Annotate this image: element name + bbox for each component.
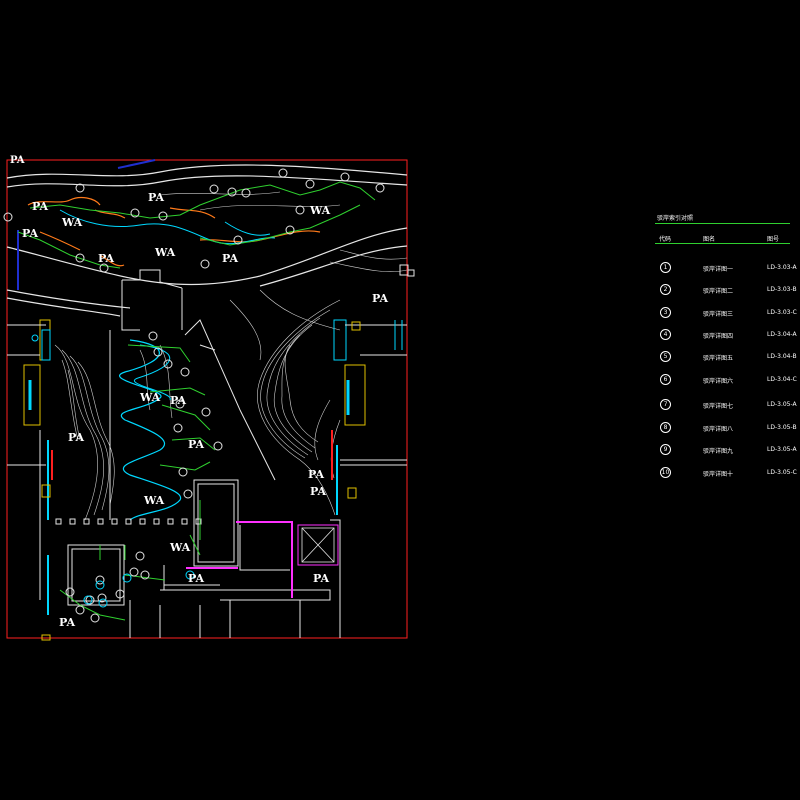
area-label-wa: WA xyxy=(309,204,331,217)
area-label-pa: PA xyxy=(170,394,186,407)
area-label-pa: PA xyxy=(10,155,25,166)
area-label-wa: WA xyxy=(61,216,83,229)
legend-row-code: LD-3.03-A xyxy=(767,264,797,271)
legend-row-number: 2 xyxy=(660,284,671,295)
legend-row: 1 驳岸详图一 LD-3.03-A xyxy=(655,262,797,274)
paving-squares xyxy=(55,518,202,525)
area-label-wa: WA xyxy=(169,541,191,554)
left-building-edge xyxy=(7,319,53,641)
hatched-box xyxy=(301,527,335,563)
area-label-wa: WA xyxy=(154,246,176,259)
legend-row-name: 驳岸详图四 xyxy=(703,333,734,340)
area-label-pa: PA xyxy=(68,431,84,444)
legend-row-name: 驳岸详图八 xyxy=(703,426,734,433)
area-label-wa: WA xyxy=(139,391,161,404)
central-channel xyxy=(109,269,276,520)
legend-row-number: 7 xyxy=(660,399,671,410)
legend-row-code: LD-3.03-B xyxy=(767,286,797,293)
legend-row-name: 驳岸详图五 xyxy=(703,355,734,362)
area-label-pa: PA xyxy=(22,227,38,240)
legend-row-number: 5 xyxy=(660,351,671,362)
area-label-pa: PA xyxy=(98,252,114,265)
area-label-pa: PA xyxy=(222,252,238,265)
legend-row-code: LD-3.04-B xyxy=(767,353,797,360)
legend-header-rule xyxy=(655,243,790,244)
legend-row-number: 3 xyxy=(660,307,671,318)
legend-row-name: 驳岸详图二 xyxy=(703,288,734,295)
area-label-pa: PA xyxy=(313,572,329,585)
zigzag-water xyxy=(119,339,182,521)
area-label-pa: PA xyxy=(148,191,164,204)
legend-row-code: LD-3.04-C xyxy=(767,376,797,383)
legend-row-code: LD-3.04-A xyxy=(767,331,797,338)
legend-row: 2 驳岸详图二 LD-3.03-B xyxy=(655,284,797,296)
legend-row-code: LD-3.05-A xyxy=(767,446,797,453)
legend-row-code: LD-3.05-C xyxy=(767,469,797,476)
cyan-markers xyxy=(31,334,195,608)
legend-header-code: 代码 xyxy=(659,236,672,243)
legend-row-number: 1 xyxy=(660,262,671,273)
area-label-wa: WA xyxy=(143,494,165,507)
legend-title-rule xyxy=(655,223,790,224)
legend-row-name: 驳岸详图六 xyxy=(703,378,734,385)
legend-row: 10 驳岸详图十 LD-3.05-C xyxy=(655,467,797,479)
area-label-pa: PA xyxy=(32,200,48,213)
legend-row-code: LD-3.05-B xyxy=(767,424,797,431)
legend-row-number: 4 xyxy=(660,329,671,340)
water-edge-top xyxy=(59,209,276,245)
area-label-pa: PA xyxy=(188,438,204,451)
legend-row-name: 驳岸详图九 xyxy=(703,448,734,455)
legend-row-number: 8 xyxy=(660,422,671,433)
magenta-walls xyxy=(186,521,339,598)
building-outlines xyxy=(67,479,341,638)
legend-row-code: LD-3.05-A xyxy=(767,401,797,408)
area-label-pa: PA xyxy=(372,292,388,305)
legend-row: 9 驳岸详图九 LD-3.05-A xyxy=(655,444,797,456)
legend-row-number: 6 xyxy=(660,374,671,385)
road-curves xyxy=(6,164,408,317)
legend-header-name: 图名 xyxy=(703,236,716,243)
legend-row-name: 驳岸详图十 xyxy=(703,471,734,478)
legend-header-sheet: 图号 xyxy=(767,236,780,243)
area-label-pa: PA xyxy=(188,572,204,585)
legend-row-name: 驳岸详图三 xyxy=(703,311,734,318)
legend-row: 7 驳岸详图七 LD-3.05-A xyxy=(655,399,797,411)
area-label-pa: PA xyxy=(59,616,75,629)
legend-row-number: 9 xyxy=(660,444,671,455)
area-label-pa: PA xyxy=(308,468,324,481)
legend-title: 驳岸索引对照 xyxy=(657,215,694,222)
blue-boundary xyxy=(17,159,156,290)
legend-row: 6 驳岸详图六 LD-3.04-C xyxy=(655,374,797,386)
legend-row: 5 驳岸详图五 LD-3.04-B xyxy=(655,351,797,363)
legend-row: 8 驳岸详图八 LD-3.05-B xyxy=(655,422,797,434)
legend-row: 4 驳岸详图四 LD-3.04-A xyxy=(655,329,797,341)
legend-row-name: 驳岸详图七 xyxy=(703,403,734,410)
legend-row: 3 驳岸详图三 LD-3.03-C xyxy=(655,307,797,319)
legend-row-name: 驳岸详图一 xyxy=(703,266,734,273)
legend-row-number: 10 xyxy=(660,467,671,478)
legend-row-code: LD-3.03-C xyxy=(767,309,797,316)
area-label-pa: PA xyxy=(310,485,326,498)
